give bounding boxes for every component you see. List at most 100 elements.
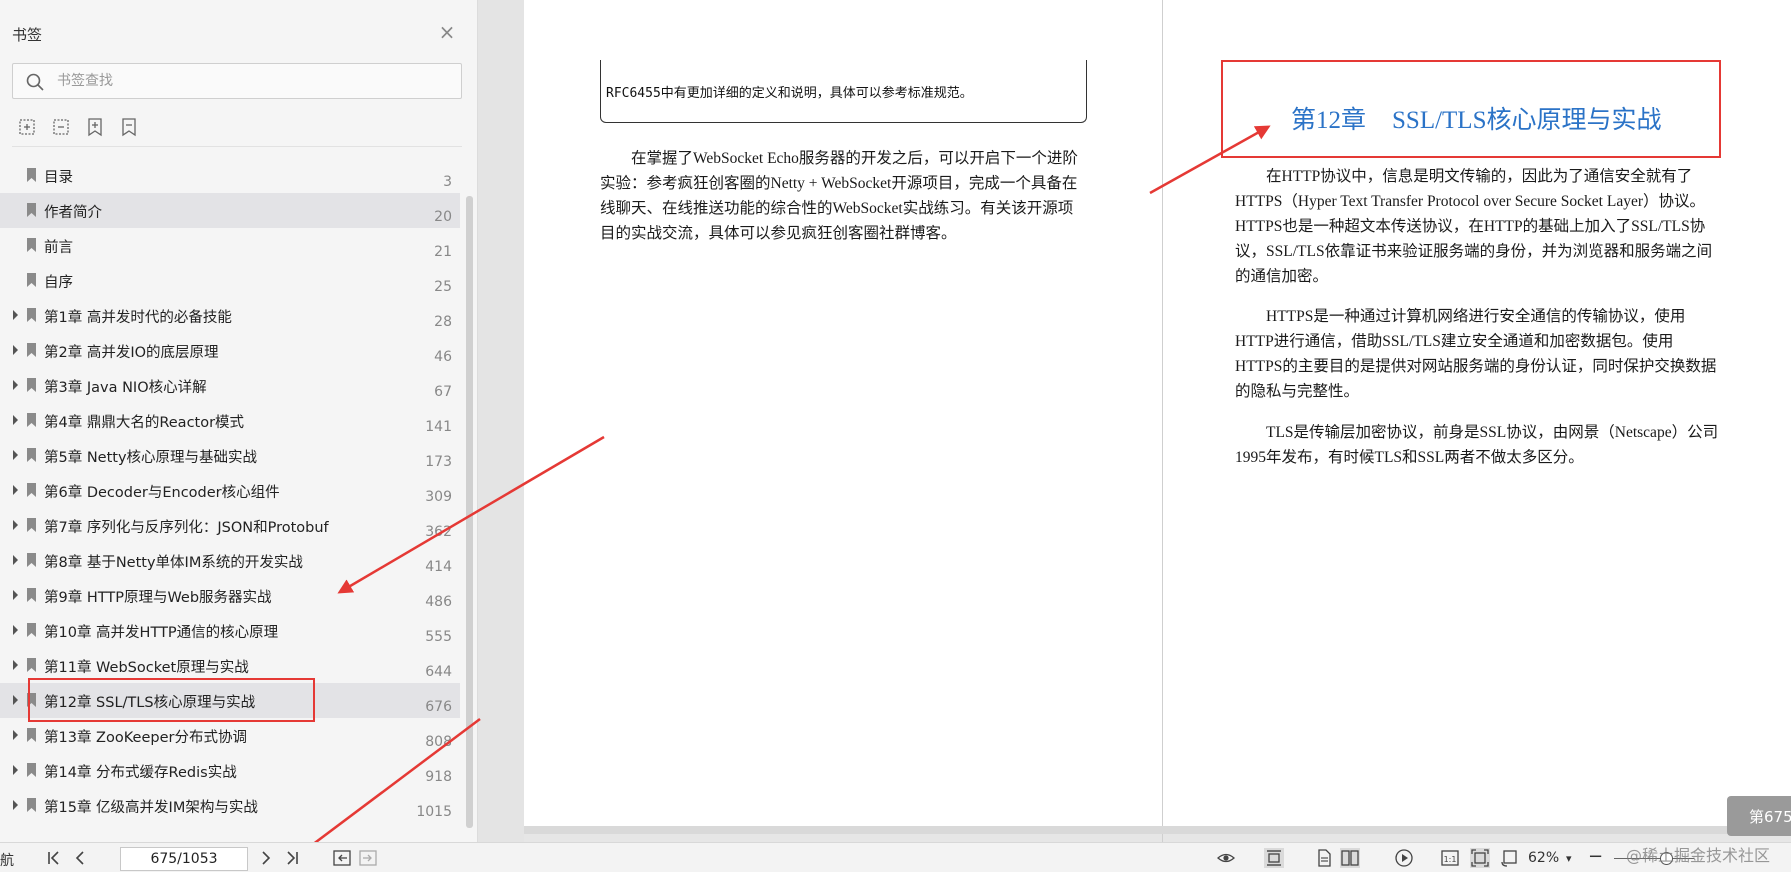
bookmark-item[interactable]: 第6章 Decoder与Encoder核心组件 309: [0, 473, 460, 508]
chapter-number: 第12章: [1291, 107, 1367, 134]
bookmark-label: 自序: [44, 275, 73, 291]
bookmark-icon: [27, 553, 36, 567]
rotate-icon[interactable]: [1500, 848, 1520, 868]
bookmark-item[interactable]: 第13章 ZooKeeper分布式协调 808: [0, 718, 460, 753]
add-bookmark-icon[interactable]: [84, 116, 106, 138]
text-line: 在掌握了WebSocket Echo服务器的开发之后，可以开启下一个进阶: [600, 150, 1078, 167]
search-icon: [26, 73, 44, 91]
last-page-icon[interactable]: [282, 848, 302, 868]
expand-arrow-icon[interactable]: [13, 590, 18, 600]
right-paragraph-2: HTTPS是一种通过计算机网络进行安全通信的传输协议，使用 HTTP进行通信，借助…: [1235, 304, 1725, 404]
collapse-all-icon[interactable]: [50, 116, 72, 138]
bookmark-item[interactable]: 第2章 高并发IO的底层原理 46: [0, 333, 460, 368]
bookmark-page-number: 3: [443, 174, 452, 190]
bookmark-icon: [27, 693, 36, 707]
bookmark-item[interactable]: 第5章 Netty核心原理与基础实战 173: [0, 438, 460, 473]
bookmark-page-number: 486: [425, 594, 452, 610]
chapter-title: 第12章 SSL/TLS核心原理与实战: [1291, 100, 1662, 136]
bookmark-page-number: 644: [425, 664, 452, 680]
text-line: 目的实战交流，具体可以参见疯狂创客圈社群博客。: [600, 225, 957, 242]
bookmark-item[interactable]: 前言 21: [0, 228, 460, 263]
bookmark-item[interactable]: 自序 25: [0, 263, 460, 298]
expand-arrow-icon[interactable]: [13, 625, 18, 635]
document-page-right: 第12章 SSL/TLS核心原理与实战 在HTTP协议中，信息是明文传输的，因此为…: [1163, 0, 1791, 826]
text-line: 的隐私与完整性。: [1235, 383, 1360, 400]
bookmark-item[interactable]: 第1章 高并发时代的必备技能 28: [0, 298, 460, 333]
bookmark-page-number: 20: [434, 209, 452, 225]
bookmark-page-number: 67: [434, 384, 452, 400]
bookmark-icon: [27, 378, 36, 392]
text-line: TLS是传输层加密协议，前身是SSL协议，由网景（Netscape）公司: [1235, 424, 1719, 441]
bookmark-icon: [27, 203, 36, 217]
bookmark-icon: [27, 798, 36, 812]
bookmark-item[interactable]: 第14章 分布式缓存Redis实战 918: [0, 753, 460, 788]
single-page-scroll-icon[interactable]: [1264, 848, 1284, 868]
nav-label: 航: [0, 853, 14, 869]
expand-arrow-icon[interactable]: [13, 695, 18, 705]
play-icon[interactable]: [1394, 848, 1414, 868]
bookmark-item[interactable]: 第10章 高并发HTTP通信的核心原理 555: [0, 613, 460, 648]
expand-arrow-icon[interactable]: [13, 450, 18, 460]
expand-arrow-icon[interactable]: [13, 520, 18, 530]
expand-arrow-icon[interactable]: [13, 485, 18, 495]
expand-arrow-icon[interactable]: [13, 415, 18, 425]
expand-arrow-icon[interactable]: [13, 765, 18, 775]
bookmark-label: 第2章 高并发IO的底层原理: [44, 345, 219, 361]
fit-page-icon[interactable]: [1470, 848, 1490, 868]
bookmark-page-number: 173: [425, 454, 452, 470]
document-page-left: RFC6455中有更加详细的定义和说明，具体可以参考标准规范。 在掌握了WebS…: [524, 0, 1162, 826]
text-line: 在HTTP协议中，信息是明文传输的，因此为了通信安全就有了: [1235, 168, 1693, 185]
back-icon[interactable]: [332, 848, 352, 868]
bookmark-page-number: 414: [425, 559, 452, 575]
bookmark-icon: [27, 343, 36, 357]
expand-arrow-icon[interactable]: [13, 380, 18, 390]
remove-bookmark-icon[interactable]: [118, 116, 140, 138]
bookmark-item[interactable]: 作者简介 20: [0, 193, 460, 228]
bookmark-tools: [16, 116, 140, 140]
sidebar-title: 书签: [12, 26, 43, 44]
first-page-icon[interactable]: [44, 848, 64, 868]
zoom-level[interactable]: 62%: [1528, 850, 1559, 866]
forward-icon[interactable]: [358, 848, 378, 868]
bookmark-item[interactable]: 第9章 HTTP原理与Web服务器实战 486: [0, 578, 460, 613]
watermark: @稀土掘金技术社区: [1626, 846, 1771, 865]
bookmark-item[interactable]: 目录 3: [0, 158, 460, 193]
bottom-toolbar: 航 1:1 62% ▾ −: [0, 842, 1791, 872]
zoom-out-icon[interactable]: −: [1588, 846, 1603, 867]
page-gutter: [478, 0, 524, 842]
bookmark-item[interactable]: 第7章 序列化与反序列化：JSON和Protobuf 362: [0, 508, 460, 543]
zoom-dropdown-icon[interactable]: ▾: [1566, 852, 1572, 865]
expand-arrow-icon[interactable]: [13, 555, 18, 565]
bookmark-item[interactable]: 第15章 亿级高并发IM架构与实战 1015: [0, 788, 460, 823]
expand-arrow-icon[interactable]: [13, 345, 18, 355]
bookmark-label: 第10章 高并发HTTP通信的核心原理: [44, 625, 279, 641]
note-box: RFC6455中有更加详细的定义和说明，具体可以参考标准规范。: [600, 60, 1087, 123]
single-page-icon[interactable]: [1314, 848, 1334, 868]
bookmark-item[interactable]: 第4章 鼎鼎大名的Reactor模式 141: [0, 403, 460, 438]
bookmark-item[interactable]: 第11章 WebSocket原理与实战 644: [0, 648, 460, 683]
bookmark-item[interactable]: 第3章 Java NIO核心详解 67: [0, 368, 460, 403]
expand-arrow-icon[interactable]: [13, 660, 18, 670]
close-icon[interactable]: ×: [436, 22, 458, 44]
page-number-input[interactable]: [120, 847, 248, 871]
bookmark-item[interactable]: 第8章 基于Netty单体IM系统的开发实战 414: [0, 543, 460, 578]
bookmark-icon: [27, 588, 36, 602]
expand-arrow-icon[interactable]: [13, 310, 18, 320]
bookmark-search-input[interactable]: [57, 70, 447, 92]
bookmark-icon: [27, 483, 36, 497]
expand-arrow-icon[interactable]: [13, 800, 18, 810]
actual-size-icon[interactable]: 1:1: [1440, 848, 1460, 868]
previous-page-icon[interactable]: [70, 848, 90, 868]
sidebar-scrollbar[interactable]: [466, 196, 473, 828]
expand-all-icon[interactable]: [16, 116, 38, 138]
expand-arrow-icon[interactable]: [13, 730, 18, 740]
eye-care-icon[interactable]: [1216, 848, 1236, 868]
right-paragraph-1: 在HTTP协议中，信息是明文传输的，因此为了通信安全就有了 HTTPS（Hyper…: [1235, 164, 1725, 289]
bookmark-item[interactable]: 第12章 SSL/TLS核心原理与实战 676: [0, 683, 460, 718]
next-page-icon[interactable]: [256, 848, 276, 868]
text-line: 的通信加密。: [1235, 268, 1329, 285]
bookmark-label: 第6章 Decoder与Encoder核心组件: [44, 485, 280, 501]
bookmark-label: 第7章 序列化与反序列化：JSON和Protobuf: [44, 520, 329, 536]
double-page-icon[interactable]: [1340, 848, 1360, 868]
horizontal-scrollbar[interactable]: [524, 826, 1791, 834]
